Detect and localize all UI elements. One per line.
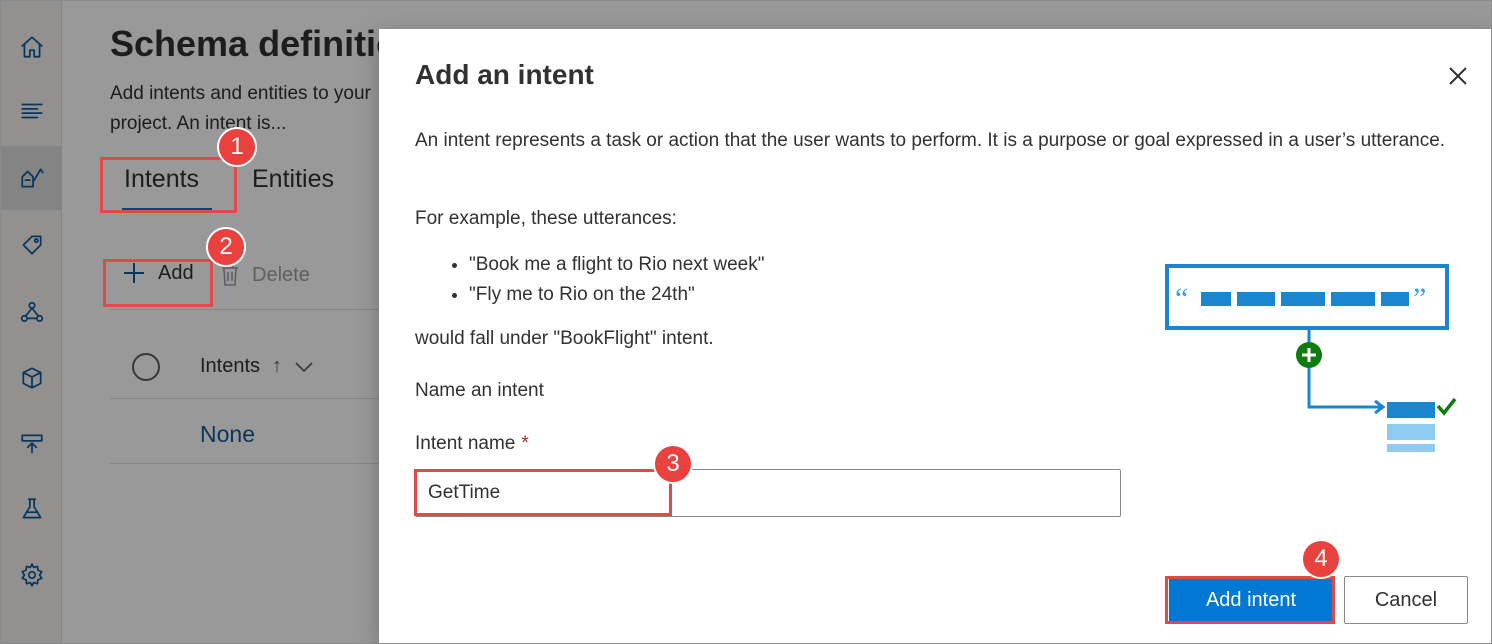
section-label: Name an intent (415, 380, 544, 401)
annotation-badge: 4 (1301, 539, 1341, 579)
intent-name-label: Intent name * (415, 433, 529, 455)
field-label-text: Intent name (415, 433, 516, 454)
intent-illustration: “ ” (1165, 264, 1457, 452)
example-outro: would fall under "BookFlight" intent. (415, 328, 714, 349)
app-window: Schema definition Add intents and entiti… (0, 0, 1492, 644)
list-item: "Fly me to Rio on the 24th" (469, 280, 764, 310)
example-intro: For example, these utterances: (415, 208, 677, 229)
highlight-box (100, 157, 237, 213)
highlight-box (103, 259, 213, 307)
cancel-button[interactable]: Cancel (1344, 576, 1468, 624)
list-item: "Book me a flight to Rio next week" (469, 250, 764, 280)
example-utterances: "Book me a flight to Rio next week" "Fly… (469, 250, 764, 310)
required-marker: * (521, 433, 529, 454)
dialog-title: Add an intent (415, 59, 594, 90)
svg-text:”: ” (1413, 282, 1426, 315)
close-button[interactable] (1447, 65, 1469, 87)
intent-description: An intent represents a task or action th… (415, 130, 1446, 151)
close-icon (1449, 67, 1467, 85)
highlight-box (414, 469, 672, 516)
annotation-badge: 3 (653, 444, 693, 484)
svg-text:“: “ (1175, 282, 1188, 315)
highlight-box (1165, 576, 1335, 624)
annotation-badge: 1 (217, 127, 257, 167)
annotation-badge: 2 (206, 227, 246, 267)
